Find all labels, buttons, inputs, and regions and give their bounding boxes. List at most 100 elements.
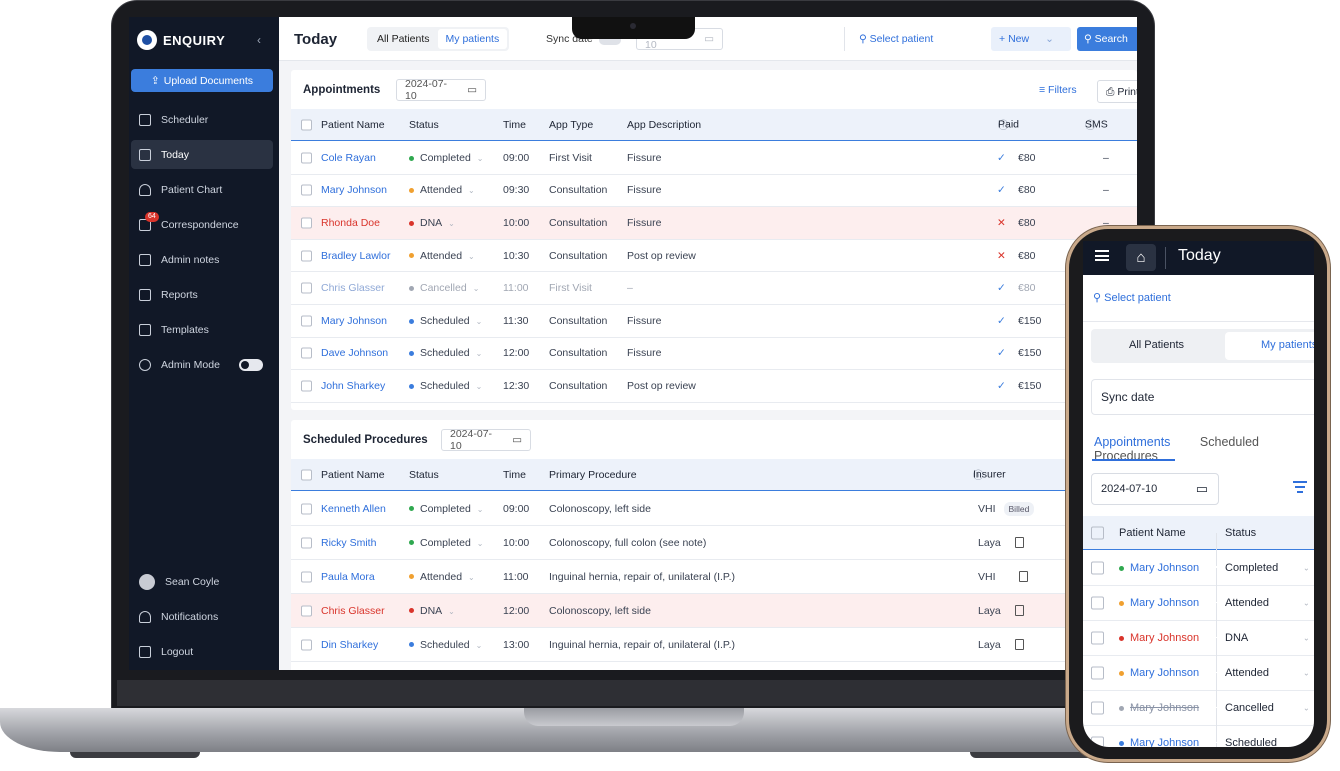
status-dropdown[interactable]: Completed ⌄: [409, 152, 483, 164]
procedures-date-input[interactable]: 2024-07-10 ▭: [441, 428, 531, 452]
status-dropdown[interactable]: Completed ⌄: [409, 537, 483, 549]
col-time[interactable]: Time: [503, 119, 526, 131]
patient-name-link[interactable]: Mary Johnson: [321, 184, 387, 196]
patient-name-link[interactable]: Cole Rayan: [321, 152, 376, 164]
phone-sync-date[interactable]: Sync date: [1091, 379, 1314, 415]
patient-name-link[interactable]: Rhonda Doe: [321, 217, 380, 229]
brand[interactable]: ENQUIRY: [137, 30, 225, 50]
sidebar-item-admin-mode[interactable]: Admin Mode: [131, 350, 273, 379]
status-dropdown[interactable]: Scheduled ⌄: [409, 347, 482, 359]
user-profile[interactable]: Sean Coyle: [131, 567, 273, 596]
list-item[interactable]: Mary Johnson Cancelled ⌄: [1083, 691, 1314, 742]
status-dropdown[interactable]: Completed ⌄: [409, 503, 483, 515]
table-row[interactable]: Chris Glasser Cancelled ⌄ 11:00 First Visit –…: [291, 272, 1137, 305]
row-checkbox[interactable]: [301, 282, 312, 294]
patient-name-link[interactable]: Mary Johnson: [1119, 562, 1199, 574]
row-checkbox[interactable]: [301, 347, 312, 359]
row-checkbox[interactable]: [301, 537, 312, 548]
table-row[interactable]: Mary Johnson Scheduled ⌄ 11:30 Consultation F…: [291, 305, 1137, 338]
row-checkbox[interactable]: [301, 217, 312, 229]
row-checkbox[interactable]: [301, 503, 312, 514]
menu-icon[interactable]: [1095, 250, 1109, 261]
phone-select-patient[interactable]: ⚲ Select patient: [1093, 291, 1171, 304]
new-button[interactable]: + New ⌄: [991, 27, 1071, 51]
row-checkbox[interactable]: [301, 152, 312, 164]
invoice-icon[interactable]: [1014, 639, 1024, 651]
search-button[interactable]: ⚲ Search: [1077, 27, 1137, 51]
table-row[interactable]: Cole Rayan Completed ⌄ 09:00 First Visit Fiss…: [291, 142, 1137, 175]
col-paid[interactable]: Paid ⓘ: [998, 117, 1019, 132]
status-dropdown[interactable]: DNA ⌄: [409, 217, 455, 229]
patient-name-link[interactable]: Chris Glasser: [321, 282, 385, 294]
row-checkbox[interactable]: [1091, 666, 1104, 680]
list-item[interactable]: Mary Johnson Completed ⌄: [1083, 551, 1314, 602]
patient-name-link[interactable]: Dave Johnson: [321, 347, 388, 359]
table-row[interactable]: Rhonda Doe DNA ⌄ 10:00 Consultation Fissure ✕ €…: [291, 207, 1137, 240]
row-checkbox[interactable]: [1091, 596, 1104, 610]
select-all-checkbox[interactable]: [1091, 526, 1104, 539]
list-item[interactable]: Mary Johnson DNA ⌄: [1083, 621, 1314, 672]
col-insurer[interactable]: Insurer ⓘ: [973, 467, 1006, 482]
row-checkbox[interactable]: [301, 315, 312, 327]
segment-my-patients[interactable]: My patients: [437, 29, 508, 49]
sidebar-item-patient-chart[interactable]: Patient Chart: [131, 175, 273, 204]
table-row[interactable]: Chris Glasser DNA ⌄ 12:00 Colonoscopy, left …: [291, 594, 1137, 628]
table-row[interactable]: Mary Johnson Attended ⌄ 09:30 Consultation Fi…: [291, 175, 1137, 208]
sidebar-item-correspondence[interactable]: 64 Correspondence: [131, 210, 273, 239]
invoice-icon[interactable]: [1018, 571, 1028, 583]
table-row[interactable]: Dave Johnson Scheduled ⌄ 12:00 Consultation F…: [291, 338, 1137, 371]
sidebar-item-scheduler[interactable]: Scheduler: [131, 105, 273, 134]
patient-name-link[interactable]: Mary Johnson: [1119, 702, 1199, 714]
status-dropdown[interactable]: Scheduled: [1225, 737, 1277, 747]
col-app-type[interactable]: App Type: [549, 119, 593, 131]
table-row[interactable]: Paula Mora Attended ⌄ 11:00 Inguinal hernia,…: [291, 560, 1137, 594]
patient-name-link[interactable]: Paula Mora: [321, 571, 375, 583]
home-icon[interactable]: ⌂: [1126, 244, 1156, 271]
row-checkbox[interactable]: [1091, 561, 1104, 575]
sidebar-item-today[interactable]: Today: [131, 140, 273, 169]
row-checkbox[interactable]: [301, 380, 312, 392]
status-dropdown[interactable]: Scheduled ⌄: [409, 639, 482, 651]
status-dropdown[interactable]: Attended ⌄: [409, 250, 475, 262]
status-dropdown[interactable]: Completed: [1225, 562, 1278, 574]
table-row[interactable]: John Sharkey Scheduled ⌄ 12:30 Consultation P…: [291, 370, 1137, 403]
col-status[interactable]: Status: [1225, 527, 1256, 539]
list-item[interactable]: Mary Johnson Scheduled ⌄: [1083, 726, 1314, 747]
invoice-icon[interactable]: [1014, 537, 1024, 549]
row-checkbox[interactable]: [301, 571, 312, 582]
segment-all-patients[interactable]: All Patients: [1129, 339, 1184, 351]
row-checkbox[interactable]: [301, 605, 312, 616]
select-all-checkbox[interactable]: [301, 469, 312, 480]
patient-name-link[interactable]: Din Sharkey: [321, 639, 378, 651]
col-app-description[interactable]: App Description: [627, 119, 701, 131]
segment-all-patients[interactable]: All Patients: [369, 29, 438, 49]
row-checkbox[interactable]: [301, 184, 312, 196]
status-dropdown[interactable]: DNA ⌄: [409, 605, 455, 617]
col-sms[interactable]: SMS ⓘ: [1085, 117, 1108, 132]
sidebar-item-reports[interactable]: Reports: [131, 280, 273, 309]
patient-name-link[interactable]: Mary Johnson: [321, 315, 387, 327]
upload-documents-button[interactable]: ⇪ Upload Documents: [131, 69, 273, 92]
col-time[interactable]: Time: [503, 469, 526, 481]
patient-name-link[interactable]: Bradley Lawlor: [321, 250, 390, 262]
status-dropdown[interactable]: Attended ⌄: [409, 571, 475, 583]
patient-name-link[interactable]: Mary Johnson: [1119, 667, 1199, 679]
row-checkbox[interactable]: [301, 639, 312, 650]
status-dropdown[interactable]: Attended: [1225, 667, 1269, 679]
sidebar-item-templates[interactable]: Templates: [131, 315, 273, 344]
print-button[interactable]: ⎙ Print: [1097, 80, 1137, 103]
list-item[interactable]: Mary Johnson Attended ⌄: [1083, 656, 1314, 707]
patient-name-link[interactable]: Mary Johnson: [1119, 737, 1199, 747]
row-checkbox[interactable]: [1091, 701, 1104, 715]
table-row[interactable]: Ricky Smith Completed ⌄ 10:00 Colonoscopy, f…: [291, 526, 1137, 560]
invoice-icon[interactable]: [1014, 605, 1024, 617]
tab-appointments[interactable]: Appointments: [1094, 435, 1170, 449]
table-row[interactable]: Kenneth Allen Completed ⌄ 09:00 Colonoscopy,…: [291, 492, 1137, 526]
status-dropdown[interactable]: Scheduled ⌄: [409, 380, 482, 392]
row-checkbox[interactable]: [1091, 736, 1104, 747]
table-row[interactable]: Bradley Lawlor Attended ⌄ 10:30 Consultation…: [291, 240, 1137, 273]
collapse-chevron-icon[interactable]: ‹: [257, 33, 261, 47]
select-patient-link[interactable]: ⚲ Select patient: [859, 33, 933, 45]
row-checkbox[interactable]: [301, 250, 312, 262]
status-dropdown[interactable]: DNA: [1225, 632, 1248, 644]
